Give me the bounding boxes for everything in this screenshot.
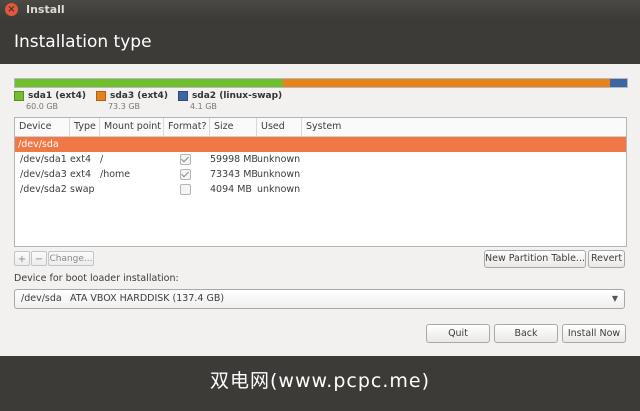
format-checkbox[interactable] xyxy=(180,169,191,180)
cell-mount-point: /home xyxy=(100,169,131,180)
table-header: Device Type Mount point Format? Size Use… xyxy=(15,118,626,137)
legend-swatch xyxy=(177,91,188,101)
cell-system xyxy=(302,167,626,182)
partition-legend: sda1 (ext4) 60.0 GB sda3 (ext4) 73.3 GB sda2… xyxy=(14,91,292,111)
legend-item: sda1 (ext4) 60.0 GB xyxy=(14,91,86,111)
boot-loader-label: Device for boot loader installation: xyxy=(14,273,179,284)
legend-name: sda1 (ext4) xyxy=(28,91,86,101)
legend-name: sda3 (ext4) xyxy=(109,91,168,101)
disk-usage-bar xyxy=(14,78,628,88)
format-checkbox[interactable] xyxy=(180,184,191,195)
cell-size: 59998 MB xyxy=(210,154,257,165)
legend-size: 60.0 GB xyxy=(26,102,59,111)
legend-name: sda2 (linux-swap) xyxy=(191,91,283,101)
new-partition-table-button[interactable]: New Partition Table... xyxy=(484,250,586,268)
col-used[interactable]: Used xyxy=(257,118,302,136)
cell-format xyxy=(164,167,210,182)
col-device[interactable]: Device xyxy=(15,118,70,136)
boot-loader-select[interactable]: /dev/sda ATA VBOX HARDDISK (137.4 GB) ▼ xyxy=(14,289,625,309)
table-row-disk[interactable]: /dev/sda xyxy=(15,137,626,152)
table-row[interactable]: /dev/sda2 swap 4094 MB unknown xyxy=(15,182,626,197)
cell-type: ext4 xyxy=(70,169,92,180)
col-system[interactable]: System xyxy=(302,118,626,136)
cell-format xyxy=(164,182,210,197)
cell-format xyxy=(164,152,210,167)
cell-mount-point xyxy=(100,182,164,197)
col-format[interactable]: Format? xyxy=(164,118,210,136)
close-icon[interactable]: × xyxy=(5,3,18,16)
cell-device: /dev/sda1 xyxy=(20,154,67,165)
cell-used: unknown xyxy=(257,169,301,180)
cell-type: swap xyxy=(70,184,95,195)
cell-used: unknown xyxy=(257,184,301,195)
quit-button[interactable]: Quit xyxy=(426,324,490,343)
disk-bar-segment xyxy=(283,79,611,87)
cell-mount-point: / xyxy=(100,154,104,165)
add-partition-button[interactable]: + xyxy=(14,251,30,266)
table-row[interactable]: /dev/sda3 ext4/home 73343 MB unknown xyxy=(15,167,626,182)
disk-device: /dev/sda xyxy=(18,139,59,150)
table-row[interactable]: /dev/sda1 ext4 / 59998 MB unknown xyxy=(15,152,626,167)
cell-device: /dev/sda2 xyxy=(20,184,67,195)
chevron-down-icon: ▼ xyxy=(611,294,618,303)
remove-partition-button[interactable]: − xyxy=(31,251,47,266)
col-mount-point[interactable]: Mount point xyxy=(100,118,164,136)
install-now-button[interactable]: Install Now xyxy=(562,324,626,343)
col-size[interactable]: Size xyxy=(210,118,257,136)
back-button[interactable]: Back xyxy=(494,324,558,343)
cell-system xyxy=(302,182,626,197)
title-bar: × Install xyxy=(0,0,640,19)
format-checkbox[interactable] xyxy=(180,154,191,165)
page-title: Installation type xyxy=(14,32,152,52)
legend-item: sda2 (linux-swap) 4.1 GB xyxy=(177,91,283,111)
partition-table[interactable]: Device Type Mount point Format? Size Use… xyxy=(14,117,627,247)
col-type[interactable]: Type xyxy=(70,118,100,136)
cell-size: 4094 MB xyxy=(210,184,252,195)
window-title: Install xyxy=(26,3,65,16)
legend-size: 4.1 GB xyxy=(189,102,217,111)
boot-device: /dev/sda xyxy=(21,293,62,304)
boot-device-description: ATA VBOX HARDDISK (137.4 GB) xyxy=(70,293,225,304)
cell-device: /dev/sda3 xyxy=(20,169,67,180)
watermark: 双电网(www.pcpc.me) xyxy=(210,370,430,392)
revert-button[interactable]: Revert xyxy=(588,250,625,268)
legend-swatch xyxy=(14,91,24,101)
change-partition-button[interactable]: Change... xyxy=(48,251,94,266)
cell-used: unknown xyxy=(257,154,301,165)
disk-bar-segment xyxy=(610,79,627,87)
cell-size: 73343 MB xyxy=(210,169,257,180)
disk-bar-segment xyxy=(15,79,284,87)
cell-system xyxy=(302,152,626,167)
installer-content: sda1 (ext4) 60.0 GB sda3 (ext4) 73.3 GB sda2… xyxy=(0,64,640,356)
legend-swatch xyxy=(95,91,106,101)
legend-item: sda3 (ext4) 73.3 GB xyxy=(95,91,168,111)
cell-type: ext4 xyxy=(70,154,92,165)
legend-size: 73.3 GB xyxy=(107,102,141,111)
